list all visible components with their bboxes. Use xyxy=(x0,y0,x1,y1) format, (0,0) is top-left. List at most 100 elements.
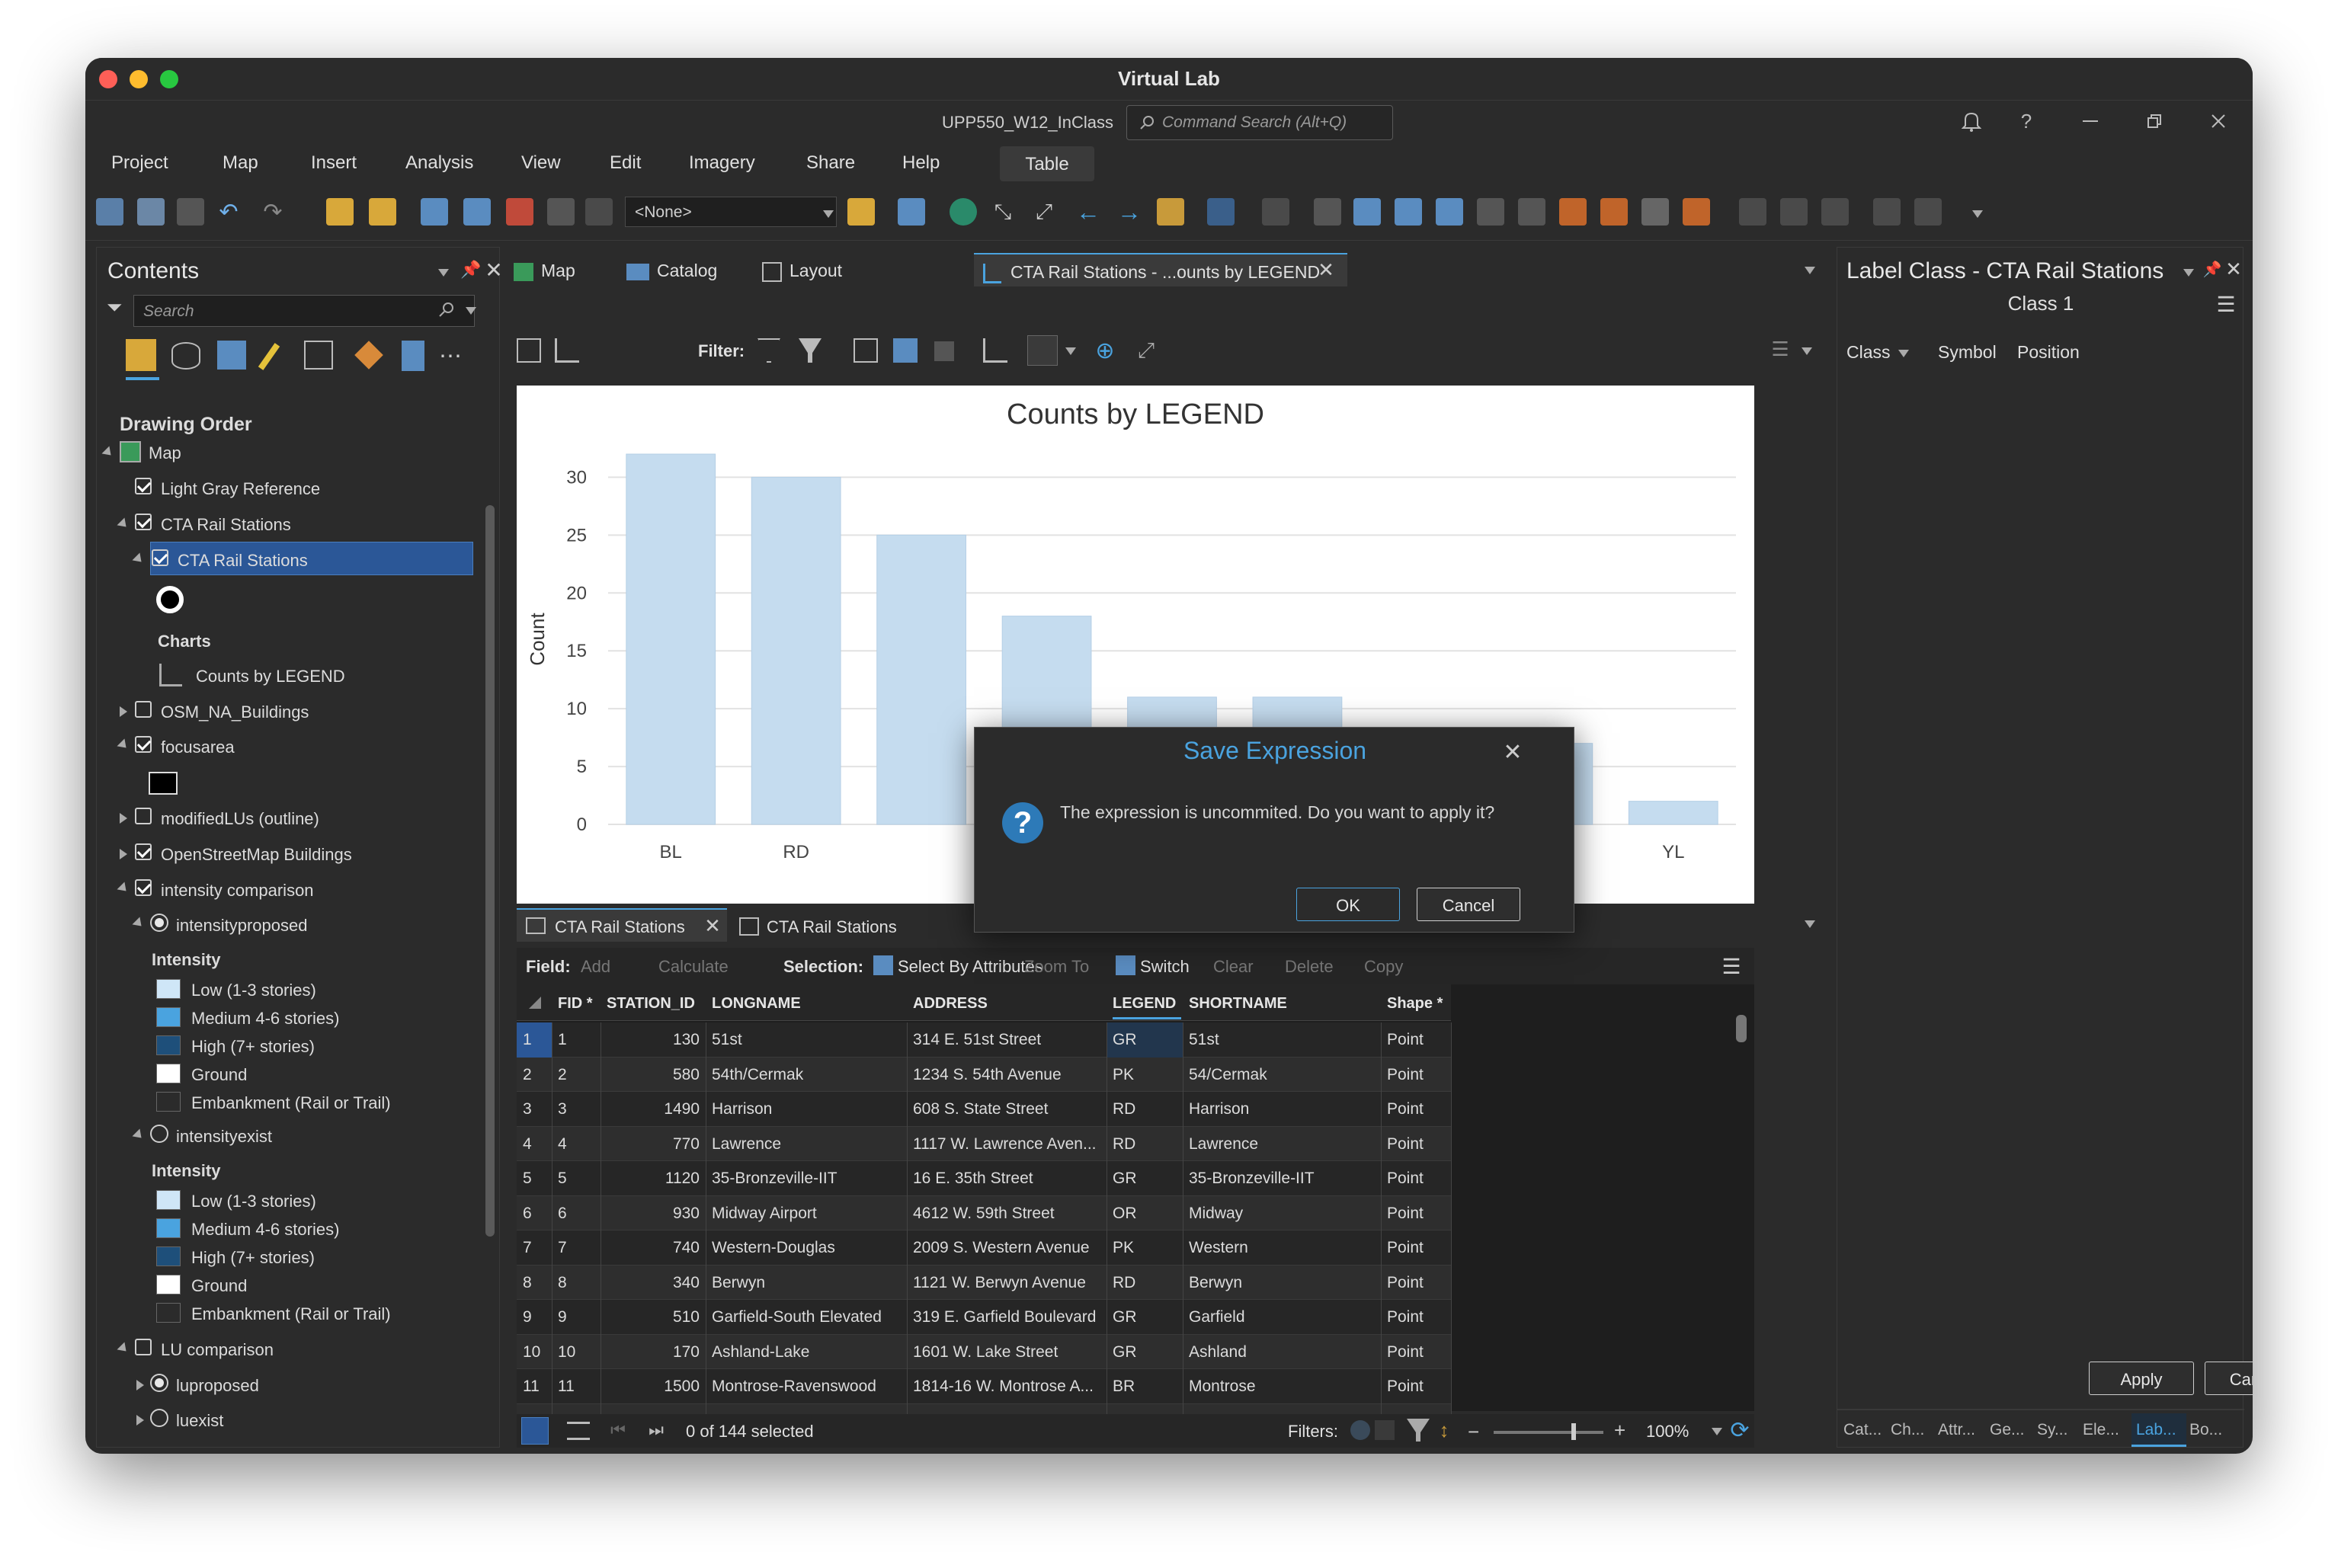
table-cell[interactable]: Ashland-Lake xyxy=(712,1343,901,1362)
customize-toolbar-icon[interactable] xyxy=(1972,210,1983,218)
filter-map-extent-icon[interactable] xyxy=(1350,1420,1370,1440)
explore-icon[interactable] xyxy=(1207,198,1235,226)
table-cell[interactable]: 130 xyxy=(607,1031,700,1049)
calculate-button[interactable]: Calculate xyxy=(658,957,729,977)
table-cell[interactable]: 6 xyxy=(558,1205,594,1223)
zoom-level-chevron-icon[interactable] xyxy=(1712,1428,1722,1435)
intensityexist-radio[interactable] xyxy=(150,1125,168,1143)
row-number[interactable]: 6 xyxy=(523,1205,546,1223)
table-cell[interactable]: Midway xyxy=(1189,1205,1375,1223)
table-menu-icon[interactable]: ☰ xyxy=(1719,954,1744,978)
table-cell[interactable]: Midway Airport xyxy=(712,1205,901,1223)
select-icon[interactable] xyxy=(1262,198,1289,226)
swatch-low[interactable] xyxy=(156,979,181,999)
table-cell[interactable]: RD xyxy=(1113,1100,1177,1118)
table-cell[interactable]: 580 xyxy=(607,1066,700,1084)
zoom-level[interactable]: 100% xyxy=(1646,1422,1689,1442)
copy-button[interactable]: Copy xyxy=(1364,957,1403,977)
tree-luproposed[interactable]: luproposed xyxy=(176,1376,259,1396)
analysis-icon[interactable] xyxy=(1683,198,1710,226)
list-by-labeling-icon[interactable] xyxy=(354,341,383,370)
filter-icon[interactable]: ⏷ xyxy=(103,296,126,319)
table-cell[interactable]: Berwyn xyxy=(1189,1274,1375,1292)
table-cell[interactable]: 35-Bronzeville-IIT xyxy=(1189,1170,1375,1188)
contents-search-input[interactable]: Search xyxy=(133,295,475,327)
show-all-records-icon[interactable] xyxy=(521,1417,549,1445)
table-cell[interactable]: Lawrence xyxy=(712,1135,901,1154)
tree-cta-layer[interactable]: CTA Rail Stations xyxy=(178,551,308,571)
expand-arrow-icon[interactable] xyxy=(132,552,146,566)
table-cell[interactable]: GR xyxy=(1113,1308,1177,1326)
table-cell[interactable]: 1117 W. Lawrence Aven... xyxy=(913,1135,1100,1154)
osm-na-checkbox[interactable] xyxy=(135,701,152,718)
table-cell[interactable]: 608 S. State Street xyxy=(913,1100,1100,1118)
tabs-overflow-chevron-icon[interactable] xyxy=(1805,267,1815,274)
class-chevron-icon[interactable] xyxy=(1898,350,1909,357)
cta-group-checkbox[interactable] xyxy=(135,514,152,530)
close-window-icon[interactable] xyxy=(2205,108,2231,134)
filter-selected-icon[interactable] xyxy=(1375,1420,1395,1440)
table-cell[interactable]: OR xyxy=(1113,1205,1177,1223)
model-icon[interactable] xyxy=(1641,198,1669,226)
table-cell[interactable]: PK xyxy=(1113,1239,1177,1257)
table-cell[interactable]: RD xyxy=(1113,1135,1177,1154)
export-chart-icon[interactable] xyxy=(983,338,1007,363)
table-cell[interactable]: 770 xyxy=(607,1135,700,1154)
row-number[interactable]: 7 xyxy=(523,1239,546,1257)
restore-icon[interactable] xyxy=(2141,108,2167,134)
menu-project[interactable]: Project xyxy=(111,152,168,174)
layers-icon[interactable] xyxy=(1914,198,1942,226)
swatch-medium-2[interactable] xyxy=(156,1218,181,1238)
bottom-tab-attr[interactable]: Attr... xyxy=(1938,1421,1975,1439)
none-dropdown[interactable]: <None> xyxy=(625,197,837,227)
swatch-medium[interactable] xyxy=(156,1007,181,1027)
attributes-icon[interactable] xyxy=(1353,198,1381,226)
table-cell[interactable]: 10 xyxy=(558,1343,594,1362)
layout-icon[interactable] xyxy=(463,198,491,226)
list-by-selection-icon[interactable] xyxy=(217,341,246,370)
focusarea-checkbox[interactable] xyxy=(135,736,152,753)
bell-icon[interactable] xyxy=(1958,108,1984,134)
fixed-zoom-icon[interactable]: ⤢ xyxy=(1030,198,1058,226)
table-cell[interactable]: 1121 W. Berwyn Avenue xyxy=(913,1274,1100,1292)
table-cell[interactable]: Harrison xyxy=(1189,1100,1375,1118)
close-label-pane-icon[interactable]: ✕ xyxy=(2223,258,2244,280)
label-cancel-button[interactable]: Cancel xyxy=(2205,1362,2253,1395)
zoom-slider-track[interactable] xyxy=(1494,1431,1603,1434)
geoprocessing-icon[interactable] xyxy=(1600,198,1628,226)
menu-table[interactable]: Table xyxy=(1000,146,1094,181)
zoom-to-button[interactable]: Zoom To xyxy=(1024,957,1089,977)
table-cell[interactable]: PK xyxy=(1113,1066,1177,1084)
column-header[interactable]: Shape * xyxy=(1387,995,1449,1013)
zoom-slider-thumb[interactable] xyxy=(1571,1423,1576,1440)
tree-cta-group[interactable]: CTA Rail Stations xyxy=(161,515,291,535)
list-by-snapping-icon[interactable] xyxy=(304,341,333,370)
table-cell[interactable]: 1500 xyxy=(607,1378,700,1396)
command-search-input[interactable]: Command Search (Alt+Q) xyxy=(1126,105,1393,140)
table-cell[interactable]: Point xyxy=(1387,1308,1445,1326)
table-cell[interactable]: Lawrence xyxy=(1189,1135,1375,1154)
measure-icon[interactable] xyxy=(1157,198,1184,226)
luproposed-radio[interactable] xyxy=(150,1374,168,1392)
clear-selection-icon[interactable] xyxy=(1314,198,1341,226)
row-number[interactable]: 10 xyxy=(523,1343,546,1362)
table-cell[interactable]: RD xyxy=(1113,1274,1177,1292)
table-cell[interactable]: Point xyxy=(1387,1170,1445,1188)
bottom-tab-ele[interactable]: Ele... xyxy=(2083,1421,2119,1439)
menu-insert[interactable]: Insert xyxy=(311,152,357,174)
tree-osm-na[interactable]: OSM_NA_Buildings xyxy=(161,702,309,722)
minimize-icon[interactable] xyxy=(2077,108,2103,134)
frame-icon[interactable] xyxy=(1739,198,1766,226)
tree-intensityproposed[interactable]: intensityproposed xyxy=(176,916,307,936)
copy-icon[interactable] xyxy=(898,198,925,226)
column-header[interactable]: STATION_ID xyxy=(607,995,704,1013)
table-cell[interactable]: 16 E. 35th Street xyxy=(913,1170,1100,1188)
table-cell[interactable]: Garfield-South Elevated xyxy=(712,1308,901,1326)
menu-analysis[interactable]: Analysis xyxy=(405,152,473,174)
collapsed-arrow-icon[interactable] xyxy=(120,849,127,859)
tab-catalog[interactable]: Catalog xyxy=(626,253,717,286)
list-by-source-icon[interactable] xyxy=(171,342,200,370)
close-table-tab-icon[interactable]: ✕ xyxy=(701,914,724,937)
select-tool-icon[interactable] xyxy=(1027,335,1058,366)
table-cell[interactable]: 4612 W. 59th Street xyxy=(913,1205,1100,1223)
